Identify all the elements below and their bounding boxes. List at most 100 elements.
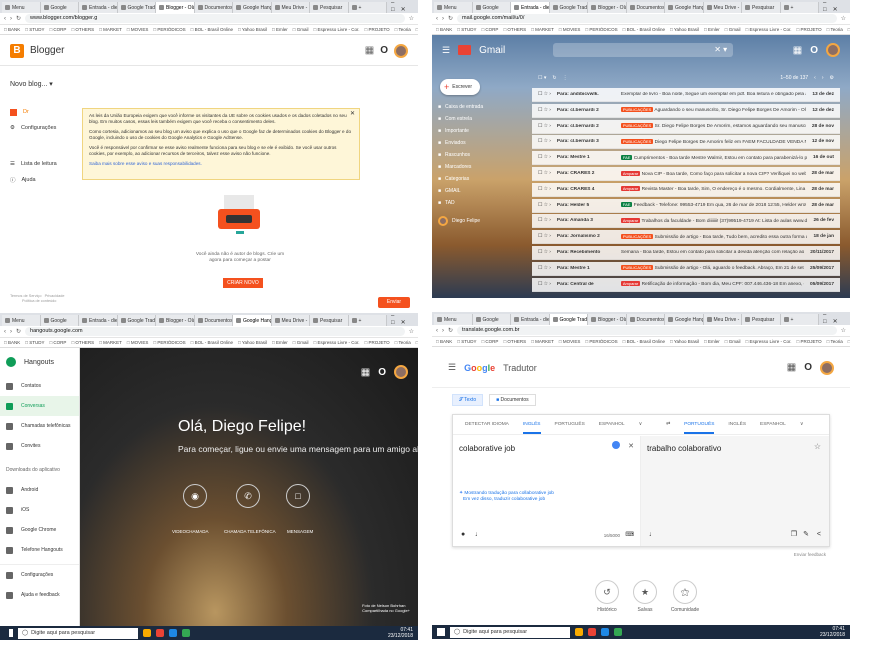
bookmark-item[interactable]: □ MARKET — [531, 339, 554, 344]
download-app-item[interactable]: iOS — [0, 500, 79, 520]
url-field[interactable]: hangouts.google.com — [25, 327, 405, 336]
source-lang-tab[interactable]: PORTUGUÊS — [555, 422, 585, 427]
avatar[interactable] — [394, 43, 408, 58]
apps-grid-icon[interactable]: ▦ — [793, 45, 802, 56]
bookmark-item[interactable]: □ Gmail — [725, 27, 741, 32]
browser-tab[interactable]: Entrada - dieg... — [511, 314, 550, 325]
bookmark-item[interactable]: □ BANK — [436, 27, 452, 32]
bookmark-item[interactable]: □ PERIÓDICOS — [585, 339, 617, 344]
message-label[interactable]: MENSAGEM — [287, 529, 313, 534]
browser-tab[interactable]: Documentos — [626, 2, 665, 13]
notifications-icon[interactable]: O — [378, 367, 386, 378]
video-call-icon[interactable]: ◉ — [183, 484, 207, 508]
menu-icon[interactable]: ☰ — [448, 362, 456, 373]
browser-tab[interactable]: Google Tradut... — [117, 315, 156, 326]
bookmark-item[interactable]: □ PERIÓDICOS — [153, 340, 185, 345]
learn-more-link[interactable]: Saiba mais sobre esse aviso e suas respo… — [89, 161, 353, 167]
folder-item[interactable]: ■ TAD — [438, 200, 455, 206]
settings-icon[interactable]: ⚙ — [830, 75, 834, 81]
row-checkbox[interactable]: ☐ ☆ › — [538, 234, 551, 239]
browser-tab[interactable]: Meu Drive - G... — [703, 314, 742, 325]
browser-tab[interactable]: Blogger - Olá — [156, 2, 195, 13]
bookmark-item[interactable]: □ Citações — [416, 340, 418, 345]
browser-tab[interactable]: Blogger - Olá — [588, 2, 627, 13]
chevron-down-icon[interactable]: ∨ — [639, 422, 643, 427]
more-icon[interactable]: ⋮ — [563, 75, 568, 81]
browser-tab[interactable]: Entrada - dieg... — [79, 315, 118, 326]
bookmark-item[interactable]: □ PERIÓDICOS — [585, 27, 617, 32]
browser-tab[interactable]: Google Tradut... — [117, 2, 156, 13]
menu-icon[interactable]: ☰ — [442, 45, 450, 56]
bookmark-item[interactable]: □ Citações — [416, 27, 418, 32]
select-checkbox[interactable]: ☐ ▾ — [538, 75, 546, 81]
bookmark-item[interactable]: □ Emler — [704, 27, 720, 32]
avatar[interactable] — [820, 360, 834, 375]
sidebar-item-help[interactable]: Ajuda e feedback — [0, 585, 79, 605]
speaker-icon[interactable]: ♩ — [649, 531, 656, 538]
tab-text[interactable]: 𝓣 Texto — [452, 394, 484, 406]
browser-tab[interactable]: + — [348, 2, 387, 13]
browser-tab[interactable]: Menu — [434, 314, 473, 325]
bookmark-item[interactable]: □ BOL - Brasil Online — [191, 27, 233, 32]
taskbar-search-input[interactable]: ◯ Digite aqui para pesquisar — [450, 626, 570, 638]
windows-start-icon[interactable] — [5, 629, 13, 637]
mail-row[interactable]: ☐ ☆ › Para: andibicvwlk. Exemplar de livro… — [532, 88, 840, 102]
bookmark-item[interactable]: □ STUDY — [25, 27, 44, 32]
bookmark-item[interactable]: □ MARKET — [99, 340, 122, 345]
search-input[interactable]: ✕ ▾ — [553, 43, 734, 57]
bookmark-item[interactable]: □ PROJETO — [797, 339, 822, 344]
bookmark-item[interactable]: □ PROJETO — [797, 27, 822, 32]
window-controls-icon[interactable]: –□✕ — [387, 313, 418, 326]
history-button[interactable]: ↺ Histórico — [587, 580, 627, 613]
keyboard-icon[interactable]: ⌨ — [625, 531, 634, 538]
reload-icon[interactable]: ↻ — [448, 15, 453, 22]
copy-icon[interactable]: ❐ — [791, 530, 797, 538]
mail-row[interactable]: ☐ ☆ › Para: Amanda 3 Amparar Trabalhos da … — [532, 214, 840, 229]
clear-icon[interactable]: ✕ — [628, 442, 634, 450]
folder-item[interactable]: ■ Caixa de entrada — [438, 104, 483, 110]
bookmark-item[interactable]: □ STUDY — [457, 339, 476, 344]
bookmark-item[interactable]: □ MOVIES — [127, 27, 148, 32]
notifications-icon[interactable]: O — [804, 362, 812, 373]
bookmark-item[interactable]: □ Yahoo Brasil — [238, 340, 267, 345]
bookmark-item[interactable]: □ BOL - Brasil Online — [191, 340, 233, 345]
browser-tab[interactable]: Google Hang... — [233, 315, 272, 326]
download-app-item[interactable]: Google Chrome — [0, 520, 79, 540]
contact-item[interactable]: Diego Felipe — [438, 216, 480, 226]
browser-tab[interactable]: Google — [40, 2, 79, 13]
bookmark-item[interactable]: □ OTHERS — [71, 340, 94, 345]
sidebar-item-settings[interactable]: Configurações — [0, 565, 79, 585]
mail-row[interactable]: ☐ ☆ › Para: Helder 5 FAE Feedback - Telefo… — [532, 198, 840, 213]
mail-row[interactable]: ☐ ☆ › Para: cl.bernardi 3 PUBLICAÇÕES Dieg… — [532, 135, 840, 150]
speaker-icon[interactable]: ♩ — [475, 531, 482, 538]
apps-grid-icon[interactable]: ▦ — [361, 367, 370, 378]
row-checkbox[interactable]: ☐ ☆ › — [538, 187, 551, 192]
browser-tab[interactable]: Google Hang... — [665, 314, 704, 325]
download-app-item[interactable]: Android — [0, 480, 79, 500]
star-icon[interactable]: ☆ — [814, 442, 821, 451]
row-checkbox[interactable]: ☐ ☆ › — [538, 171, 551, 176]
window-controls-icon[interactable]: –□✕ — [819, 0, 850, 13]
message-icon[interactable]: □ — [286, 484, 310, 508]
saved-button[interactable]: ★ Salvas — [625, 580, 665, 613]
browser-tab[interactable]: Google — [40, 315, 79, 326]
video-call-label[interactable]: VIDEOCHAMADA — [172, 529, 209, 534]
phone-icon[interactable]: ✆ — [236, 484, 260, 508]
browser-tab[interactable]: Documentos — [626, 314, 665, 325]
sidebar-item-settings[interactable]: ⚙ Configurações — [10, 120, 80, 136]
star-icon[interactable]: ☆ — [841, 327, 846, 334]
reload-icon[interactable]: ↻ — [16, 328, 21, 335]
star-icon[interactable]: ☆ — [409, 328, 414, 335]
windows-start-icon[interactable] — [437, 628, 445, 636]
source-lang-tab[interactable]: DETECTAR IDIOMA — [465, 422, 509, 427]
row-checkbox[interactable]: ☐ ☆ › — [538, 218, 551, 223]
bookmark-item[interactable]: □ MOVIES — [559, 339, 580, 344]
bookmark-item[interactable]: □ Espresso Livre - Cor. — [314, 27, 360, 32]
bookmark-item[interactable]: □ MARKET — [99, 27, 122, 32]
browser-tab[interactable]: Menu — [434, 2, 473, 13]
apps-grid-icon[interactable]: ▦ — [365, 45, 374, 56]
row-checkbox[interactable]: ☐ ☆ › — [538, 266, 551, 271]
browser-tab[interactable]: Meu Drive - G... — [271, 2, 310, 13]
bookmark-item[interactable]: □ Citações — [848, 27, 850, 32]
tab-documents[interactable]: ■ Documentos — [489, 394, 536, 406]
